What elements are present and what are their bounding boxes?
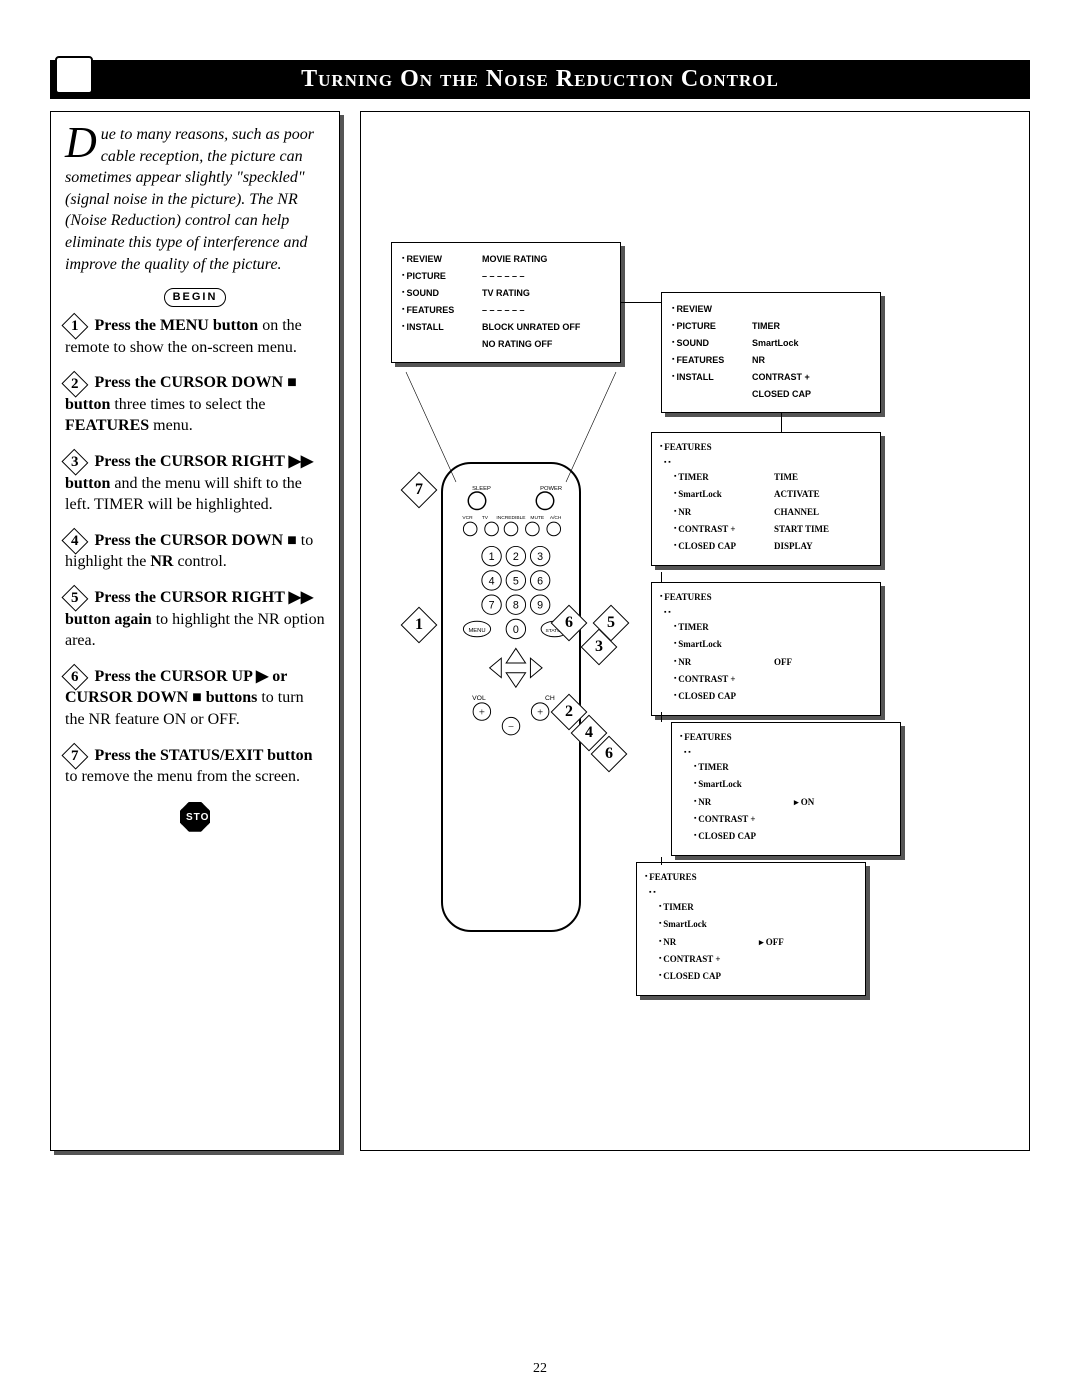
remote-control: SLEEP POWER VCR TV INCREDIBLE MUTE A/CH … [441, 462, 581, 932]
page-number: 22 [0, 1361, 1080, 1377]
svg-text:+: + [537, 706, 543, 718]
submenu-1: FEATURES ▪ ▪ TIMERTIME SmartLockACTIVATE… [651, 432, 881, 566]
svg-text:MENU: MENU [468, 628, 485, 634]
svg-text:7: 7 [489, 600, 495, 612]
submenu-2: FEATURES ▪ ▪ TIMER SmartLock NROFF CONTR… [651, 582, 881, 716]
svg-text:INCREDIBLE: INCREDIBLE [496, 515, 526, 521]
callout-7: 7 [401, 472, 438, 509]
stop-label: STOP [180, 802, 210, 832]
intro-text: Due to many reasons, such as poor cable … [65, 124, 325, 275]
svg-text:6: 6 [537, 575, 543, 587]
begin-label: BEGIN [164, 288, 227, 307]
svg-text:−: − [508, 721, 514, 733]
step-6: 6 Press the CURSOR UP ▶ or CURSOR DOWN ■… [65, 666, 325, 731]
svg-text:VCR: VCR [462, 515, 473, 521]
svg-text:3: 3 [537, 551, 543, 563]
menu-features: REVIEW PICTURETIMER SOUNDSmartLock FEATU… [661, 292, 881, 413]
svg-text:1: 1 [489, 551, 495, 563]
step-3: 3 Press the CURSOR RIGHT ▶▶ button and t… [65, 451, 325, 516]
svg-text:SLEEP: SLEEP [472, 486, 491, 492]
svg-text:2: 2 [513, 551, 519, 563]
svg-text:8: 8 [513, 600, 519, 612]
step-5: 5 Press the CURSOR RIGHT ▶▶ button again… [65, 587, 325, 652]
callout-6b: 6 [591, 736, 628, 773]
step-7: 7 Press the STATUS/EXIT button to remove… [65, 745, 325, 788]
menu-main: REVIEWMOVIE RATING PICTURE– – – – – – SO… [391, 242, 621, 363]
page-title: Turning On the Noise Reduction Control [50, 60, 1030, 99]
svg-text:POWER: POWER [540, 486, 562, 492]
svg-text:MUTE: MUTE [530, 515, 544, 521]
step-1: 1 Press the MENU button on the remote to… [65, 315, 325, 358]
svg-text:4: 4 [489, 575, 495, 587]
svg-text:CH: CH [545, 695, 555, 702]
svg-text:0: 0 [513, 624, 519, 636]
diagram-panel: REVIEWMOVIE RATING PICTURE– – – – – – SO… [360, 111, 1030, 1151]
callout-1: 1 [401, 607, 438, 644]
step-4: 4 Press the CURSOR DOWN ■ to highlight t… [65, 530, 325, 573]
svg-text:9: 9 [537, 600, 543, 612]
submenu-3: FEATURES ▪ ▪ TIMER SmartLock NR▸ ON CONT… [671, 722, 901, 856]
submenu-4: FEATURES ▪ ▪ TIMER SmartLock NR▸ OFF CON… [636, 862, 866, 996]
svg-text:+: + [479, 706, 485, 718]
step-2: 2 Press the CURSOR DOWN ■ button three t… [65, 372, 325, 437]
dropcap: D [65, 124, 101, 161]
svg-text:VOL: VOL [472, 695, 486, 702]
instruction-panel: Due to many reasons, such as poor cable … [50, 111, 340, 1151]
svg-text:5: 5 [513, 575, 519, 587]
svg-text:TV: TV [482, 515, 489, 521]
svg-text:A/CH: A/CH [550, 515, 562, 521]
tv-icon [55, 56, 93, 94]
